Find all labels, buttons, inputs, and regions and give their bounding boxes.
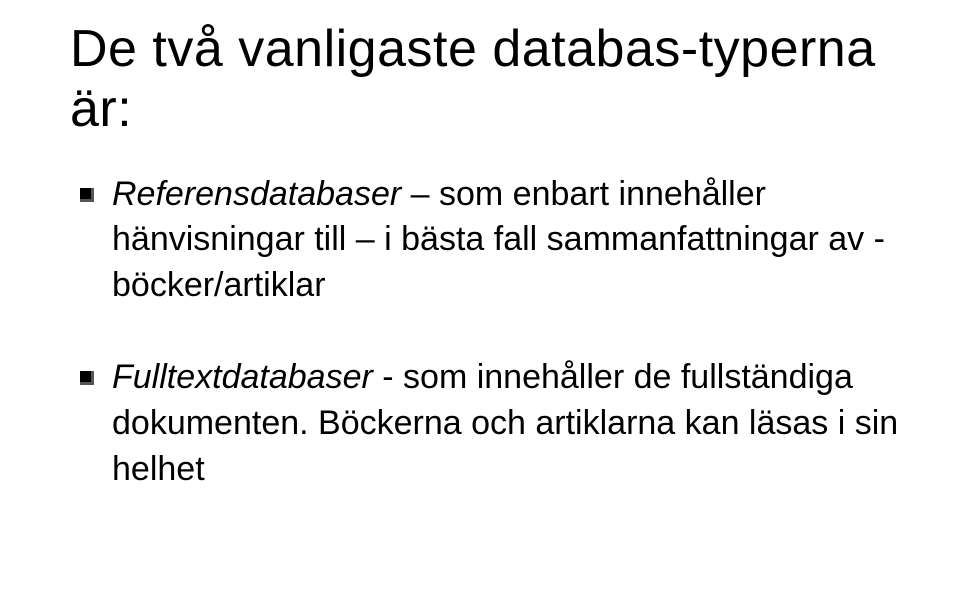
bullet-term: Referensdatabaser (112, 175, 401, 213)
bullet-term: Fulltextdatabaser (112, 358, 373, 396)
list-item: Fulltextdatabaser - som innehåller de fu… (70, 355, 900, 493)
bullet-connector: – (401, 175, 439, 213)
bullet-connector: - (373, 358, 403, 396)
slide-title: De två vanligaste databas-typerna är: (70, 20, 900, 140)
list-item: Referensdatabaser – som enbart innehålle… (70, 172, 900, 310)
slide: De två vanligaste databas-typerna är: Re… (0, 0, 960, 595)
bullet-list: Referensdatabaser – som enbart innehålle… (70, 172, 900, 493)
